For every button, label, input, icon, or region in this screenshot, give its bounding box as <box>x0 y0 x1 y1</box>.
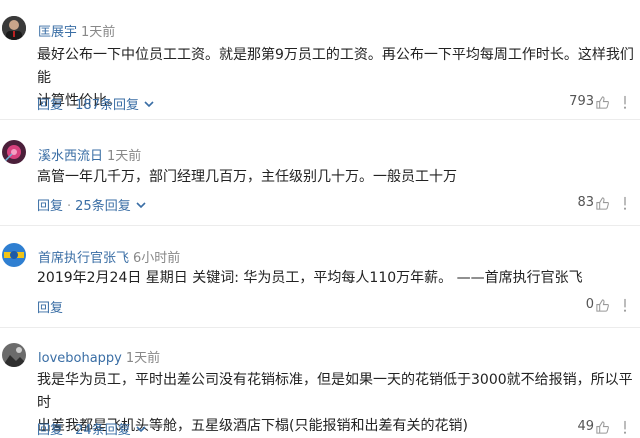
avatar-portrait-icon <box>2 16 26 40</box>
comment-text: 高管一年几千万，部门经理几百万，主任级别几十万。一般员工十万 <box>37 169 457 185</box>
avatar-photo-icon <box>2 343 26 367</box>
view-replies-link[interactable]: 187条回复 <box>75 98 139 113</box>
user-avatar[interactable] <box>2 343 26 367</box>
comment-divider <box>0 119 640 120</box>
comment-author[interactable]: 首席执行官张飞 6小时前 <box>38 247 180 266</box>
author-name[interactable]: 匡展宇 <box>38 25 77 40</box>
comment-text: 2019年2月24日 星期日 关键词: 华为员工，平均每人110万年薪。 ——首… <box>37 270 583 286</box>
report-icon[interactable] <box>618 298 632 313</box>
comment-divider <box>0 327 640 328</box>
chevron-down-icon[interactable] <box>143 98 155 110</box>
author-name[interactable]: 溪水西流日 <box>38 149 103 164</box>
like-count: 0 <box>585 297 594 312</box>
separator-dot: · <box>67 199 72 214</box>
like-count: 793 <box>569 94 594 109</box>
like-count: 83 <box>577 195 594 210</box>
report-icon[interactable] <box>618 420 632 435</box>
chevron-down-icon[interactable] <box>135 199 147 211</box>
like-area: 793 <box>542 94 632 112</box>
author-name[interactable]: 首席执行官张飞 <box>38 251 129 266</box>
comment-actions: 回复 · 187条回复 <box>37 94 155 113</box>
comment-time: 1天前 <box>125 351 161 366</box>
thumbs-up-icon[interactable] <box>595 420 610 435</box>
user-avatar[interactable] <box>2 16 26 40</box>
comment-actions: 回复 · 24条回复 <box>37 419 147 438</box>
report-icon[interactable] <box>618 95 632 110</box>
comment-author[interactable]: 溪水西流日 1天前 <box>38 145 141 164</box>
like-area: 0 <box>542 297 632 315</box>
comment-time: 6小时前 <box>133 251 181 266</box>
thumbs-up-icon[interactable] <box>595 196 610 211</box>
like-area: 49 <box>542 419 632 437</box>
reply-button[interactable]: 回复 <box>37 98 63 113</box>
view-replies-link[interactable]: 24条回复 <box>75 423 131 438</box>
user-avatar[interactable] <box>2 243 26 267</box>
separator-dot: · <box>67 423 72 438</box>
reply-button[interactable]: 回复 <box>37 199 63 214</box>
like-area: 83 <box>542 195 632 213</box>
like-count: 49 <box>577 419 594 434</box>
chevron-down-icon[interactable] <box>135 423 147 435</box>
user-avatar[interactable] <box>2 140 26 164</box>
view-replies-link[interactable]: 25条回复 <box>75 199 131 214</box>
comment-author[interactable]: 匡展宇 1天前 <box>38 21 115 40</box>
comment-time: 1天前 <box>81 25 116 40</box>
reply-button[interactable]: 回复 <box>37 301 63 316</box>
reply-button[interactable]: 回复 <box>37 423 63 438</box>
separator-dot: · <box>67 98 72 113</box>
comment-actions: 回复 · 25条回复 <box>37 195 147 214</box>
comment-author[interactable]: lovebohappy 1天前 <box>38 347 160 366</box>
author-name[interactable]: lovebohappy <box>38 351 122 366</box>
thumbs-up-icon[interactable] <box>595 95 610 110</box>
avatar-flower-icon <box>2 140 26 164</box>
avatar-badge-icon <box>2 243 26 267</box>
comment-actions: 回复 <box>37 297 63 316</box>
report-icon[interactable] <box>618 196 632 211</box>
thumbs-up-icon[interactable] <box>595 298 610 313</box>
comment-divider <box>0 225 640 226</box>
comment-time: 1天前 <box>107 149 142 164</box>
